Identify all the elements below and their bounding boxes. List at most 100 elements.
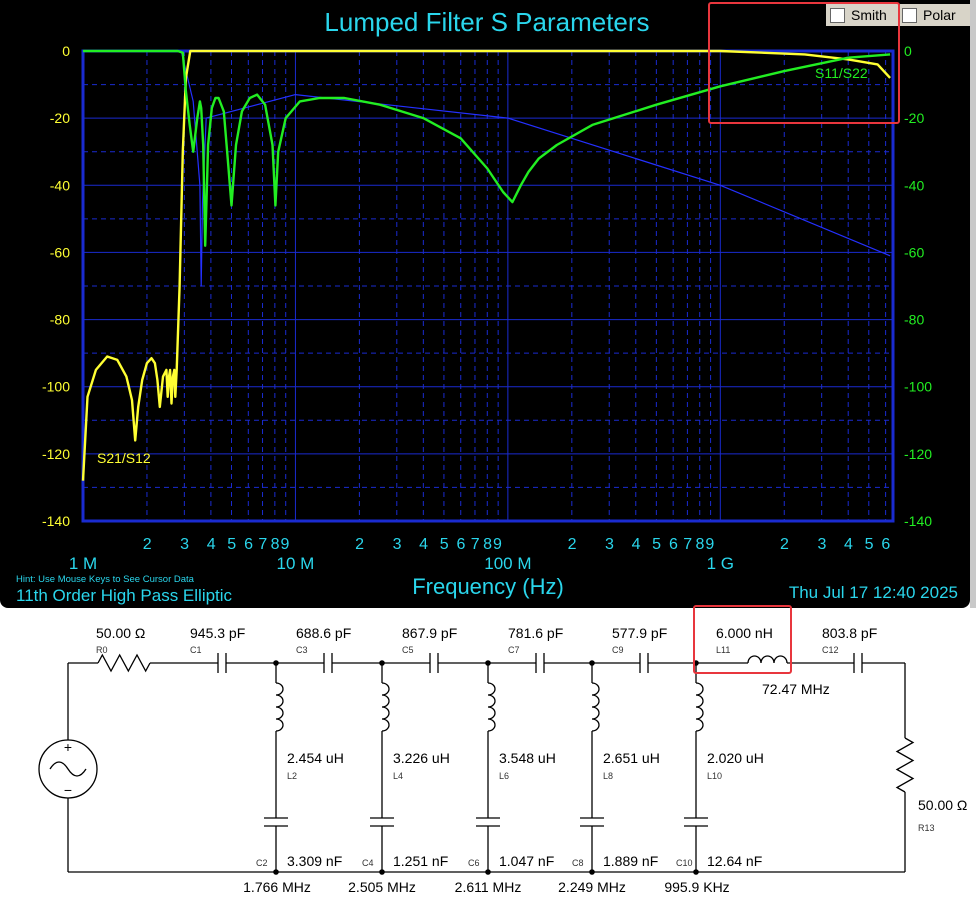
x-minor-label: 6 xyxy=(881,536,890,553)
series-cap-ref: C7 xyxy=(508,645,520,655)
x-decade-label: 1 G xyxy=(707,554,734,573)
x-minor-label: 5 xyxy=(227,536,236,553)
shunt-resonance-frequency: 2.505 MHz xyxy=(348,879,416,895)
c12-ref-label: C12 xyxy=(822,645,839,655)
hint-text: Hint: Use Mouse Keys to See Cursor Data xyxy=(16,574,195,585)
x-minor-label: 7 xyxy=(258,536,267,553)
shunt-capacitor-value: 1.889 nF xyxy=(603,853,658,869)
series-cap-ref: C5 xyxy=(402,645,414,655)
x-minor-label: 7 xyxy=(471,536,480,553)
x-minor-label: 4 xyxy=(419,536,428,553)
shunt-capacitor-value: 1.251 nF xyxy=(393,853,448,869)
l11-resonance-label: 72.47 MHz xyxy=(762,681,830,697)
shunt-inductor-l2 xyxy=(275,682,284,732)
x-minor-label: 5 xyxy=(440,536,449,553)
x-minor-label: 3 xyxy=(817,536,826,553)
series-cap-value: 577.9 pF xyxy=(612,625,667,641)
r0-ref-label: R0 xyxy=(96,645,108,655)
series-cap-value: 781.6 pF xyxy=(508,625,563,641)
polar-checkbox-box[interactable] xyxy=(902,7,917,23)
junction-dot xyxy=(273,869,279,875)
shunt-resonance-frequency: 2.611 MHz xyxy=(455,879,522,895)
shunt-inductor-value: 2.020 uH xyxy=(707,750,764,766)
y-tick-label-left: -40 xyxy=(50,177,70,193)
y-tick-label-left: 0 xyxy=(62,43,70,59)
x-minor-label: 4 xyxy=(207,536,216,553)
y-tick-label-right: -100 xyxy=(904,379,932,395)
c12-value-label: 803.8 pF xyxy=(822,625,877,641)
junction-dot xyxy=(379,869,385,875)
shunt-inductor-ref: L2 xyxy=(287,771,297,781)
y-tick-label-left: -20 xyxy=(50,110,70,126)
shunt-inductor-value: 3.226 uH xyxy=(393,750,450,766)
y-tick-label-right: -20 xyxy=(904,110,924,126)
shunt-capacitor-ref: C4 xyxy=(362,858,374,868)
background-window-edge xyxy=(970,0,976,608)
y-tick-label-right: -140 xyxy=(904,513,932,529)
x-minor-label: 9 xyxy=(705,536,714,553)
y-tick-label-right: 0 xyxy=(904,43,912,59)
shunt-inductor-value: 3.548 uH xyxy=(499,750,556,766)
series-cap-ref: C1 xyxy=(190,645,202,655)
shunt-capacitor-ref: C10 xyxy=(676,858,693,868)
x-decade-label: 100 M xyxy=(484,554,531,573)
shunt-inductor-value: 2.454 uH xyxy=(287,750,344,766)
r13-value-label: 50.00 Ω xyxy=(918,797,967,813)
shunt-capacitor-value: 3.309 nF xyxy=(287,853,342,869)
s21-series-label: S21/S12 xyxy=(97,450,151,466)
junction-dot xyxy=(485,869,491,875)
shunt-inductor-l8 xyxy=(591,682,600,732)
source-minus-sign: − xyxy=(64,782,72,798)
x-minor-label: 4 xyxy=(632,536,641,553)
load-resistor-r13 xyxy=(895,737,915,793)
polar-checkbox[interactable]: Polar xyxy=(900,4,970,26)
y-tick-label-left: -140 xyxy=(42,513,70,529)
shunt-capacitor-ref: C6 xyxy=(468,858,480,868)
x-minor-label: 2 xyxy=(780,536,789,553)
x-minor-label: 3 xyxy=(393,536,402,553)
y-tick-label-left: -120 xyxy=(42,446,70,462)
x-minor-label: 4 xyxy=(844,536,853,553)
y-tick-label-left: -100 xyxy=(42,379,70,395)
y-tick-label-right: -80 xyxy=(904,312,924,328)
x-minor-label: 9 xyxy=(493,536,502,553)
x-decade-label: 10 M xyxy=(277,554,315,573)
shunt-resonance-frequency: 1.766 MHz xyxy=(243,879,311,895)
highlight-box-s11-region xyxy=(708,2,900,124)
y-tick-label-right: -60 xyxy=(904,244,924,260)
y-tick-label-right: -40 xyxy=(904,177,924,193)
shunt-capacitor-ref: C2 xyxy=(256,858,268,868)
r0-value-label: 50.00 Ω xyxy=(96,625,145,641)
shunt-capacitor-value: 12.64 nF xyxy=(707,853,762,869)
x-minor-label: 6 xyxy=(457,536,466,553)
shunt-inductor-ref: L4 xyxy=(393,771,403,781)
series-cap-value: 945.3 pF xyxy=(190,625,245,641)
x-minor-label: 3 xyxy=(605,536,614,553)
x-minor-label: 2 xyxy=(143,536,152,553)
filter-schematic: + − 50.00 Ω R0 945.3 pF C1 688.6 pF C3 867.9 pF C… xyxy=(38,625,967,895)
shunt-inductor-l4 xyxy=(381,682,390,732)
x-minor-label: 2 xyxy=(355,536,364,553)
resistor-r0-symbol xyxy=(97,653,151,673)
polar-checkbox-label: Polar xyxy=(923,7,956,23)
highlight-box-l11 xyxy=(693,605,792,674)
x-minor-label: 8 xyxy=(696,536,705,553)
y-tick-label-left: -60 xyxy=(50,244,70,260)
x-minor-label: 9 xyxy=(281,536,290,553)
chart-title: Lumped Filter S Parameters xyxy=(324,7,649,37)
series-cap-value: 688.6 pF xyxy=(296,625,351,641)
x-minor-label: 6 xyxy=(669,536,678,553)
series-cap-ref: C3 xyxy=(296,645,308,655)
shunt-resonance-frequency: 2.249 MHz xyxy=(558,879,626,895)
junction-dot xyxy=(693,869,699,875)
x-minor-label: 8 xyxy=(271,536,280,553)
series-cap-value: 867.9 pF xyxy=(402,625,457,641)
x-minor-label: 5 xyxy=(865,536,874,553)
shunt-inductor-ref: L8 xyxy=(603,771,613,781)
x-minor-label: 2 xyxy=(568,536,577,553)
source-plus-sign: + xyxy=(64,739,72,755)
shunt-capacitor-value: 1.047 nF xyxy=(499,853,554,869)
shunt-inductor-l6 xyxy=(487,682,496,732)
x-minor-label: 8 xyxy=(483,536,492,553)
x-minor-label: 7 xyxy=(683,536,692,553)
